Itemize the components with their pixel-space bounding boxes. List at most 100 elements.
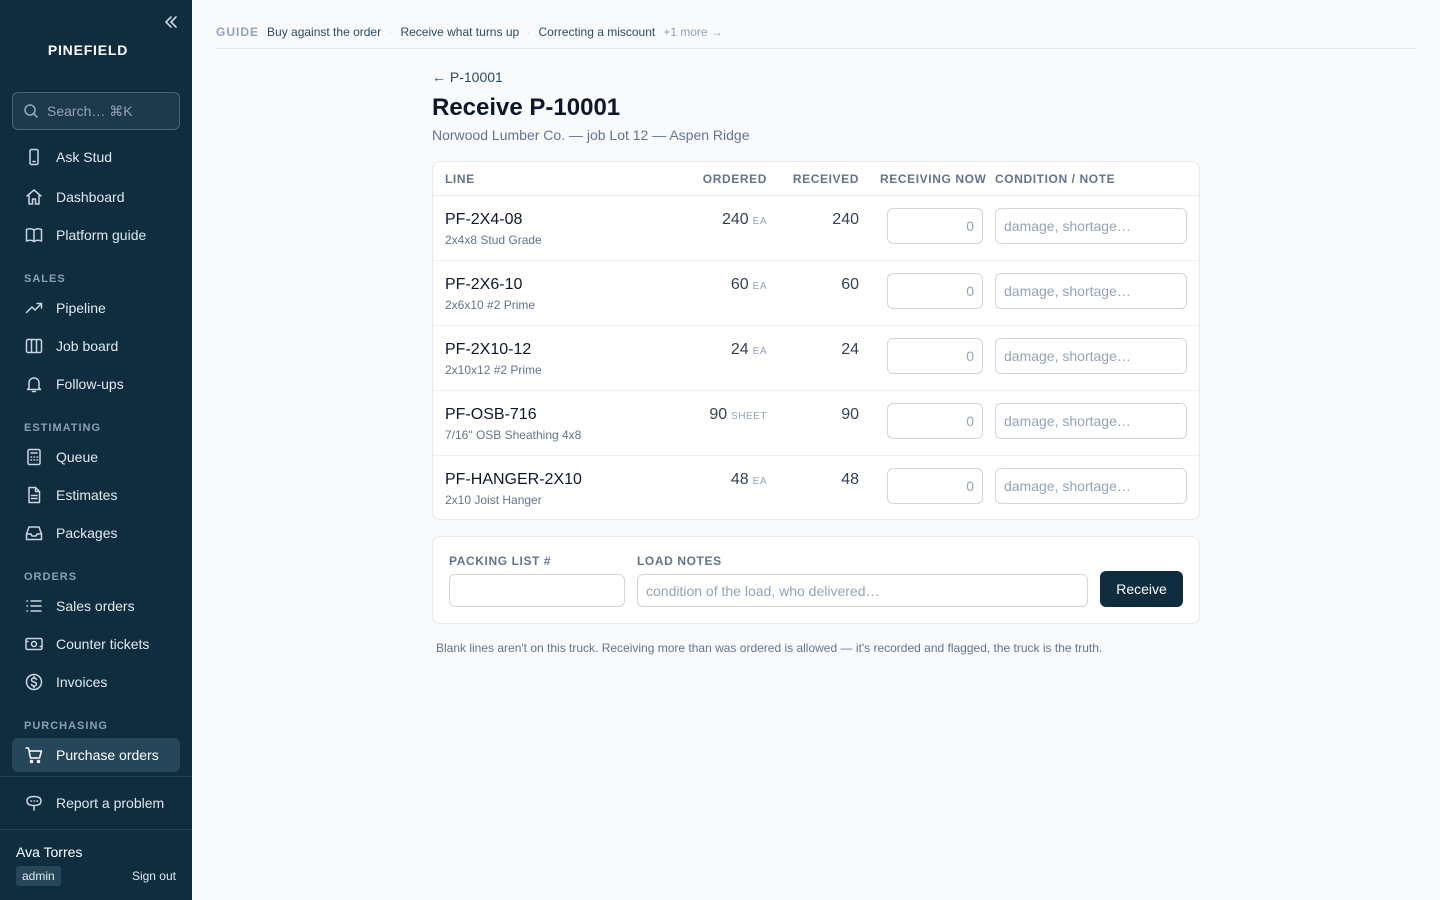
receiving-now-input[interactable]: [887, 273, 983, 309]
trend-icon: [25, 302, 43, 314]
condition-note-input[interactable]: [995, 208, 1187, 244]
table-row: PF-HANGER-2X10 2x10 Joist Hanger 48 EA 48: [433, 456, 1199, 521]
sidebar-item-purchase-orders[interactable]: Purchase orders: [12, 738, 180, 772]
column-header-receiving-now: RECEIVING NOW: [880, 172, 987, 186]
bell-icon: [26, 377, 42, 393]
unit-label: EA: [752, 346, 767, 357]
cart-icon: [25, 747, 43, 764]
sidebar-item-queue[interactable]: Queue: [12, 440, 180, 474]
ordered-qty: 48 EA: [731, 471, 767, 489]
receive-lines-table: LINE ORDERED RECEIVED RECEIVING NOW COND…: [432, 161, 1200, 520]
ordered-value: 90: [709, 406, 728, 423]
packing-list-label: PACKING LIST #: [449, 554, 552, 568]
brand-logo[interactable]: PINEFIELD: [0, 42, 176, 58]
sidebar-item-dashboard[interactable]: Dashboard: [12, 180, 180, 214]
column-header-condition-note: CONDITION / NOTE: [995, 172, 1116, 186]
sidebar-item-invoices[interactable]: Invoices: [12, 665, 180, 699]
line-sku: PF-2X4-08: [445, 211, 523, 228]
ordered-qty: 60 EA: [731, 276, 767, 294]
guide-label: GUIDE: [216, 25, 260, 39]
book-icon: [25, 228, 43, 243]
table-row: PF-2X6-10 2x6x10 #2 Prime 60 EA 60: [433, 261, 1199, 326]
guide-more-link[interactable]: +1 more →: [663, 25, 723, 39]
sidebar-item-label: Follow-ups: [56, 376, 124, 392]
sidebar-item-platform-guide[interactable]: Platform guide: [12, 218, 180, 252]
sidebar-item-label: Purchase orders: [56, 747, 159, 763]
sidebar-item-pipeline[interactable]: Pipeline: [12, 291, 180, 325]
document-icon: [28, 486, 41, 504]
section-label-estimating: ESTIMATING: [24, 422, 102, 434]
search-icon: [24, 104, 38, 118]
table-row: PF-OSB-716 7/16" OSB Sheathing 4x8 90 SHE…: [433, 391, 1199, 456]
receiving-now-input[interactable]: [887, 208, 983, 244]
guide-link-buy-against-order[interactable]: Buy against the order: [267, 25, 381, 39]
ordered-qty: 90 SHEET: [709, 406, 767, 424]
sidebar-item-label: Ask Stud: [56, 149, 113, 165]
table-row: PF-2X4-08 2x4x8 Stud Grade 240 EA 240: [433, 196, 1199, 261]
section-label-purchasing: PURCHASING: [24, 720, 108, 732]
packing-list-input[interactable]: [449, 574, 625, 607]
sidebar-item-sales-orders[interactable]: Sales orders: [12, 589, 180, 623]
line-description: 2x10 Joist Hanger: [445, 493, 542, 507]
guide-link-receive-what-turns-up[interactable]: Receive what turns up: [400, 25, 519, 39]
guide-separator: ·: [527, 26, 531, 38]
line-sku: PF-HANGER-2X10: [445, 471, 582, 488]
list-icon: [26, 600, 42, 612]
ordered-value: 240: [721, 211, 749, 228]
received-qty: 60: [841, 276, 859, 293]
condition-note-input[interactable]: [995, 403, 1187, 439]
received-qty: 90: [841, 406, 859, 423]
cash-icon: [25, 637, 43, 651]
sidebar-item-ask-stud[interactable]: Ask Stud: [12, 140, 180, 174]
line-sku: PF-2X6-10: [445, 276, 523, 293]
sidebar-item-label: Packages: [56, 525, 118, 541]
sign-out-link[interactable]: Sign out: [132, 869, 176, 883]
sidebar-item-packages[interactable]: Packages: [12, 516, 180, 550]
receive-button[interactable]: Receive: [1100, 571, 1183, 607]
line-description: 2x10x12 #2 Prime: [445, 363, 542, 377]
receiving-now-input[interactable]: [887, 468, 983, 504]
receive-footnote: Blank lines aren't on this truck. Receiv…: [436, 641, 1103, 655]
sidebar-item-counter-tickets[interactable]: Counter tickets: [12, 627, 180, 661]
unit-label: EA: [752, 216, 767, 227]
back-to-po-link[interactable]: ← P-10001: [432, 69, 503, 85]
report-problem-label: Report a problem: [56, 795, 165, 811]
sidebar-item-label: Pipeline: [56, 300, 106, 316]
condition-note-input[interactable]: [995, 338, 1187, 374]
section-label-sales: SALES: [24, 273, 66, 285]
sidebar: PINEFIELD Search… ⌘K Ask Stud Dashboard …: [0, 0, 192, 900]
condition-note-input[interactable]: [995, 273, 1187, 309]
sidebar-item-follow-ups[interactable]: Follow-ups: [12, 367, 180, 401]
sidebar-item-label: Estimates: [56, 487, 118, 503]
receiving-now-input[interactable]: [887, 403, 983, 439]
sidebar-item-label: Platform guide: [56, 227, 147, 243]
section-label-orders: ORDERS: [24, 571, 78, 583]
page-subtitle: Norwood Lumber Co. — job Lot 12 — Aspen …: [432, 127, 750, 143]
sidebar-item-job-board[interactable]: Job board: [12, 329, 180, 363]
condition-note-input[interactable]: [995, 468, 1187, 504]
search-input[interactable]: Search… ⌘K: [12, 92, 180, 130]
line-sku: PF-2X10-12: [445, 341, 532, 358]
load-notes-input[interactable]: [637, 574, 1088, 607]
received-qty: 240: [832, 211, 859, 228]
receiving-now-input[interactable]: [887, 338, 983, 374]
sidebar-item-label: Job board: [56, 338, 119, 354]
unit-label: SHEET: [731, 411, 767, 422]
home-icon: [26, 189, 42, 205]
line-description: 7/16" OSB Sheathing 4x8: [445, 428, 582, 442]
sidebar-item-estimates[interactable]: Estimates: [12, 478, 180, 512]
received-qty: 24: [841, 341, 859, 358]
column-header-ordered: ORDERED: [702, 172, 767, 186]
sidebar-item-label: Invoices: [56, 674, 108, 690]
line-description: 2x6x10 #2 Prime: [445, 298, 536, 312]
unit-label: EA: [752, 281, 767, 292]
report-problem-button[interactable]: Report a problem: [12, 786, 180, 820]
collapse-sidebar-icon[interactable]: [162, 13, 180, 31]
ordered-value: 60: [730, 276, 749, 293]
guide-link-correcting-miscount[interactable]: Correcting a miscount: [539, 25, 656, 39]
unit-label: EA: [752, 476, 767, 487]
columns-icon: [25, 338, 43, 354]
sidebar-item-label: Queue: [56, 449, 99, 465]
search-placeholder: Search… ⌘K: [47, 102, 133, 119]
line-sku: PF-OSB-716: [445, 406, 537, 423]
